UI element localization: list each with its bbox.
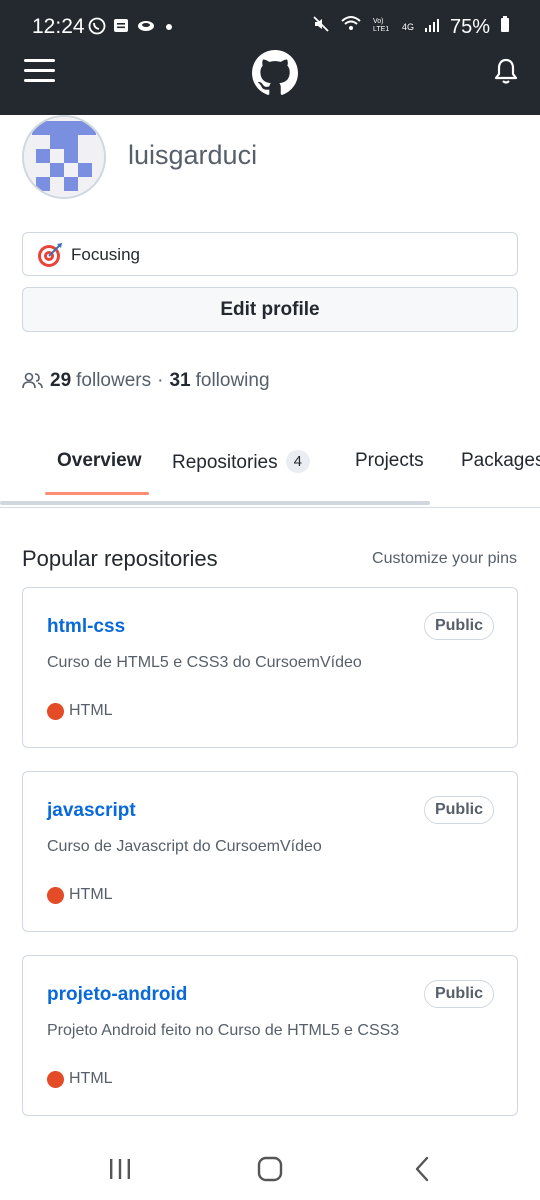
followers-link[interactable]: followers xyxy=(76,370,151,392)
popular-repositories-title: Popular repositories xyxy=(22,546,218,571)
notification-icons xyxy=(88,17,176,40)
visibility-badge: Public xyxy=(423,980,494,1008)
battery-icon xyxy=(500,15,510,39)
visibility-badge: Public xyxy=(423,796,494,824)
language-label: HTML xyxy=(69,886,113,903)
repo-card: javascript Public Curso de Javascript do… xyxy=(22,771,518,932)
message-icon xyxy=(112,17,130,40)
repo-card: html-css Public Curso de HTML5 e CSS3 do… xyxy=(22,587,518,748)
customize-pins-link[interactable]: Customize your pins xyxy=(372,550,517,568)
whatsapp-icon xyxy=(88,17,106,40)
repo-card: projeto-android Public Projeto Android f… xyxy=(22,955,518,1116)
home-icon[interactable] xyxy=(255,1154,285,1184)
repo-name-link[interactable]: javascript xyxy=(47,800,136,822)
repo-name-link[interactable]: html-css xyxy=(47,616,125,638)
hamburger-menu-icon[interactable] xyxy=(24,56,56,84)
followers-count[interactable]: 29 xyxy=(50,370,71,392)
back-icon[interactable] xyxy=(408,1154,438,1184)
tabs-scrollbar[interactable] xyxy=(0,501,430,505)
wifi-icon xyxy=(340,15,362,39)
avatar[interactable] xyxy=(22,115,106,199)
profile-tabs: Overview Repositories 4 Projects Packages xyxy=(0,440,540,500)
app-header xyxy=(0,50,540,115)
visibility-badge: Public xyxy=(423,612,494,640)
repo-description: Curso de Javascript do CursoemVídeo xyxy=(47,838,322,855)
status-time: 12:24 xyxy=(32,15,85,38)
tab-packages[interactable]: Packages xyxy=(461,450,540,472)
repo-language: HTML xyxy=(47,886,113,904)
svg-text:Vo): Vo) xyxy=(373,18,384,25)
repo-name-link[interactable]: projeto-android xyxy=(47,984,187,1006)
svg-text:LTE1: LTE1 xyxy=(373,26,389,33)
user-status[interactable]: Focusing xyxy=(22,232,518,276)
divider xyxy=(0,507,540,508)
edit-profile-button[interactable]: Edit profile xyxy=(22,287,518,332)
repo-description: Projeto Android feito no Curso de HTML5 … xyxy=(47,1022,400,1039)
tab-projects[interactable]: Projects xyxy=(355,450,424,472)
system-navigation-bar xyxy=(0,1140,540,1200)
signal-icon xyxy=(424,16,440,39)
system-status-bar: 12:24 Vo) LTE1 4G 75% xyxy=(0,0,540,50)
repo-language: HTML xyxy=(47,1070,113,1088)
tab-overview[interactable]: Overview xyxy=(57,450,142,472)
following-link[interactable]: following xyxy=(196,370,270,392)
dot-icon xyxy=(162,17,176,40)
language-color-dot xyxy=(47,702,64,720)
language-label: HTML xyxy=(69,702,113,719)
recent-apps-icon[interactable] xyxy=(105,1154,135,1184)
bell-icon[interactable] xyxy=(493,57,519,85)
mute-icon xyxy=(312,15,330,39)
repo-language: HTML xyxy=(47,702,113,720)
tab-repositories[interactable]: Repositories 4 xyxy=(172,450,310,474)
repositories-count-badge: 4 xyxy=(285,450,310,473)
language-label: HTML xyxy=(69,1070,113,1087)
repo-description: Curso de HTML5 e CSS3 do CursoemVídeo xyxy=(47,654,362,671)
language-color-dot xyxy=(47,886,64,904)
cap-icon xyxy=(136,17,156,40)
following-count[interactable]: 31 xyxy=(169,370,190,392)
tab-repositories-label: Repositories xyxy=(172,452,278,473)
network-type-icon: 4G xyxy=(401,22,414,32)
follow-stats: 29 followers · 31 following xyxy=(22,368,270,394)
username: luisgarduci xyxy=(128,140,258,170)
active-tab-indicator xyxy=(45,492,149,495)
battery-percent: 75% xyxy=(449,15,490,38)
separator: · xyxy=(157,370,164,391)
people-icon xyxy=(22,372,43,389)
language-color-dot xyxy=(47,1070,64,1088)
status-text: Focusing xyxy=(71,245,140,264)
github-logo-icon[interactable] xyxy=(252,50,298,96)
target-icon xyxy=(37,242,63,268)
volte-icon: Vo) LTE1 xyxy=(372,15,392,39)
system-indicators: Vo) LTE1 4G 75% xyxy=(312,15,510,39)
